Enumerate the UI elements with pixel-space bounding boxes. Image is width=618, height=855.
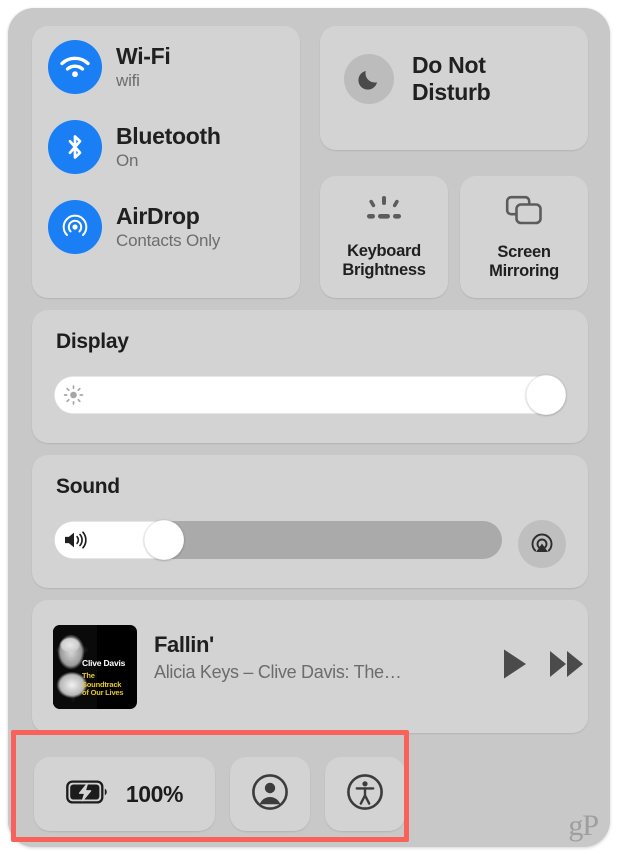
album-art[interactable]: Clive Davis The Soundtrack of Our Lives	[53, 625, 137, 709]
toggle-row-bluetooth[interactable]: Bluetooth On	[48, 120, 221, 174]
battery-inner: 100%	[34, 757, 215, 831]
accessibility-card[interactable]	[325, 757, 405, 831]
wifi-title: Wi-Fi	[116, 42, 171, 69]
sound-title: Sound	[56, 475, 120, 498]
do-not-disturb-label: Do Not Disturb	[412, 52, 491, 106]
screen-mirroring-inner: Screen Mirroring	[460, 176, 588, 298]
fast-forward-icon[interactable]	[548, 647, 586, 686]
album-art-subtitle: The Soundtrack of Our Lives	[82, 671, 124, 698]
do-not-disturb-card[interactable]: Do Not Disturb	[320, 26, 588, 150]
display-slider-knob[interactable]	[526, 375, 566, 415]
wifi-icon[interactable]	[48, 40, 102, 94]
keyboard-brightness-label: Keyboard Brightness	[342, 241, 426, 279]
display-slider-fill	[54, 376, 566, 414]
sound-card: Sound	[32, 455, 588, 588]
album-art-title: Clive Davis	[82, 658, 126, 668]
display-title: Display	[56, 330, 129, 353]
keyboard-brightness-inner: Keyboard Brightness	[320, 176, 448, 298]
airdrop-text: AirDrop Contacts Only	[116, 202, 221, 251]
accessibility-inner	[325, 757, 405, 831]
screen-mirroring-label: Screen Mirroring	[489, 242, 559, 280]
accessibility-icon	[346, 773, 384, 816]
song-title: Fallin'	[154, 632, 214, 657]
bluetooth-text: Bluetooth On	[116, 122, 221, 171]
keyboard-brightness-card[interactable]: Keyboard Brightness	[320, 176, 448, 298]
wifi-status: wifi	[116, 71, 140, 91]
battery-card[interactable]: 100%	[34, 757, 215, 831]
do-not-disturb-inner: Do Not Disturb	[344, 52, 491, 106]
sound-slider-knob[interactable]	[143, 520, 184, 560]
wifi-text: Wi-Fi wifi	[116, 42, 171, 91]
watermark: gP	[568, 809, 599, 842]
airdrop-status: Contacts Only	[116, 231, 221, 251]
user-account-card[interactable]	[230, 757, 310, 831]
now-playing-card: Clive Davis The Soundtrack of Our Lives …	[32, 600, 588, 733]
control-center-window: Wi-Fi wifi Bluetooth On AirDrop Contacts…	[8, 8, 610, 847]
user-account-icon	[251, 773, 289, 816]
toggle-row-wifi[interactable]: Wi-Fi wifi	[48, 40, 171, 94]
display-brightness-slider[interactable]	[54, 375, 566, 415]
user-account-inner	[230, 757, 310, 831]
song-artist-album: Alicia Keys – Clive Davis: The…	[154, 662, 402, 682]
moon-icon[interactable]	[344, 54, 394, 105]
play-icon[interactable]	[500, 647, 530, 686]
battery-charging-icon	[66, 779, 110, 810]
bluetooth-icon[interactable]	[48, 120, 102, 174]
screen-mirroring-icon	[505, 194, 543, 231]
keyboard-brightness-icon	[363, 195, 405, 230]
connectivity-toggles-card: Wi-Fi wifi Bluetooth On AirDrop Contacts…	[32, 26, 300, 298]
airdrop-icon[interactable]	[48, 200, 102, 254]
bluetooth-title: Bluetooth	[116, 122, 221, 149]
bluetooth-status: On	[116, 151, 139, 171]
speaker-icon	[63, 530, 89, 551]
airplay-icon[interactable]	[518, 520, 566, 568]
screen-mirroring-card[interactable]: Screen Mirroring	[460, 176, 588, 298]
sound-volume-slider[interactable]	[54, 520, 502, 560]
battery-percent-label: 100%	[125, 780, 184, 807]
brightness-icon	[63, 385, 84, 406]
airdrop-title: AirDrop	[116, 202, 200, 229]
display-card: Display	[32, 310, 588, 443]
toggle-row-airdrop[interactable]: AirDrop Contacts Only	[48, 200, 220, 254]
now-playing-text: Fallin' Alicia Keys – Clive Davis: The…	[154, 632, 402, 683]
